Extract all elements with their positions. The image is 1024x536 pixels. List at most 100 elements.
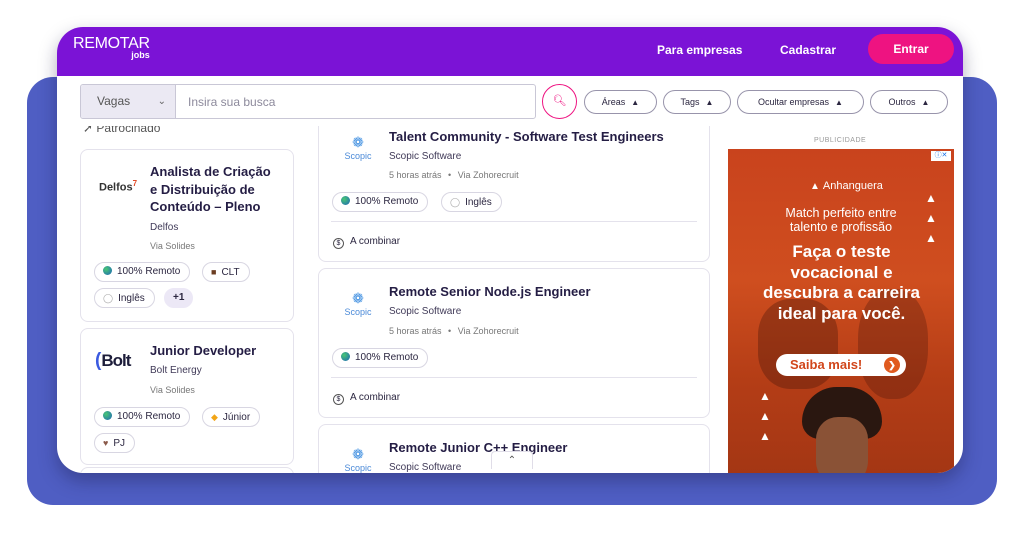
chevron-down-icon: ⌄	[157, 96, 166, 107]
chevron-up-icon: ▲	[631, 98, 640, 107]
sponsored-job-card[interactable]: Delfos7 Analista de Criação e Distribuiç…	[80, 149, 294, 322]
job-card[interactable]: ❁ Scopic Talent Community - Software Test…	[318, 107, 710, 262]
job-title-line: e Distribuição de	[150, 181, 255, 197]
job-title[interactable]: Remote Junior C++ Engineer	[389, 440, 567, 455]
company-logo-text: Scopic	[344, 151, 372, 161]
ad-cta-button[interactable]: Saiba mais! ❯	[776, 354, 906, 376]
tag-contract: ■ CLT	[202, 262, 250, 282]
nav-cadastrar[interactable]: Cadastrar	[780, 43, 836, 57]
ad-brand: ▲ Anhanguera	[810, 180, 883, 192]
ad-person-photo	[802, 387, 882, 473]
advertisement[interactable]: ⓘ✕ ▲ Anhanguera Match perfeito entre tale…	[728, 149, 954, 473]
triangle-icon: ▲	[925, 231, 937, 245]
globe-icon	[341, 352, 350, 361]
filter-label: Tags	[680, 97, 700, 107]
job-title-line: Analista de Criação	[150, 164, 271, 179]
ad-info-icon[interactable]: ⓘ✕	[931, 151, 951, 161]
job-meta: 5 horas atrás • Via Zohorecruit	[389, 170, 519, 180]
triangle-icon: ▲	[925, 211, 937, 225]
filter-label: Áreas	[601, 97, 626, 107]
ad-brand-text: Anhanguera	[822, 180, 883, 192]
tag-label: 100% Remoto	[117, 411, 181, 422]
triangle-icon: ▲	[759, 409, 771, 423]
company-logo-text: Scopic	[344, 463, 372, 473]
nav-para-empresas[interactable]: Para empresas	[657, 43, 742, 57]
chevron-up-icon: ▲	[705, 98, 714, 107]
money-icon: $	[333, 394, 344, 405]
login-button[interactable]: Entrar	[868, 34, 954, 64]
ad-cta-label: Saiba mais!	[790, 357, 863, 372]
filter-label: Ocultar empresas	[758, 97, 830, 107]
star-icon: ◆	[211, 412, 218, 422]
company-name: Scopic Software	[389, 151, 462, 162]
tag-language: ◯ Inglês	[441, 192, 502, 212]
search-box: Vagas ⌄	[80, 84, 536, 119]
tag-remote: 100% Remoto	[94, 262, 191, 282]
globe-icon	[103, 411, 112, 420]
logo-sub-text: jobs	[131, 50, 150, 60]
job-card[interactable]: ❁ Scopic Remote Senior Node.js Engineer S…	[318, 268, 710, 418]
tag-label: 100% Remoto	[355, 196, 419, 207]
job-source: Via Solides	[150, 385, 195, 395]
sponsored-job-card[interactable]	[80, 467, 294, 473]
triangle-icon: ▲	[759, 389, 771, 403]
globe-icon	[103, 266, 112, 275]
job-title-line: Conteúdo – Pleno	[150, 199, 261, 214]
tag-label: Júnior	[222, 412, 251, 423]
filter-ocultar-empresas[interactable]: Ocultar empresas ▲	[737, 90, 864, 114]
job-title[interactable]: Junior Developer	[150, 342, 256, 360]
tag-label: 100% Remoto	[117, 266, 181, 277]
briefcase-icon: ■	[211, 267, 217, 277]
tag-remote: 100% Remoto	[332, 348, 429, 368]
scroll-to-top-button[interactable]: ⌃	[491, 451, 533, 469]
job-source: Via Zohorecruit	[457, 170, 519, 180]
company-logo-text: Delfos	[99, 181, 133, 194]
remotar-logo[interactable]: REMOTAR jobs	[73, 36, 150, 60]
triangle-icon: ▲	[759, 429, 771, 443]
job-title[interactable]: Remote Senior Node.js Engineer	[389, 284, 591, 299]
tag-contract: ♥ PJ	[94, 433, 136, 453]
company-logo-text: Bolt	[101, 351, 131, 370]
company-logo: ❁ Scopic	[341, 447, 375, 473]
search-bar-row: Vagas ⌄ 🔍︎ Áreas ▲ Tags ▲ Ocultar empresas…	[57, 76, 963, 126]
filter-areas[interactable]: Áreas ▲	[584, 90, 657, 114]
tag-label: Inglês	[118, 293, 145, 304]
job-title[interactable]: Analista de Criação e Distribuição de Co…	[150, 163, 271, 216]
speech-bubble-icon: ◯	[450, 197, 461, 207]
company-name: Delfos	[150, 222, 179, 233]
browser-frame: REMOTAR jobs Para empresas Cadastrar Ent…	[57, 27, 963, 473]
ad-subtitle: Match perfeito entre talento e profissão	[785, 206, 897, 234]
search-input[interactable]	[176, 85, 535, 118]
sponsored-job-card[interactable]: (Bolt Junior Developer Bolt Energy Via S…	[80, 328, 294, 465]
job-title[interactable]: Talent Community - Software Test Enginee…	[389, 129, 664, 144]
company-name: Scopic Software	[389, 306, 462, 317]
search-type-select[interactable]: Vagas ⌄	[81, 85, 176, 118]
salary: $ A combinar	[333, 392, 400, 405]
search-type-value: Vagas	[97, 94, 131, 108]
job-source: Via Zohorecruit	[457, 326, 519, 336]
tag-label: CLT	[221, 267, 240, 278]
anhanguera-logo-icon: ▲	[810, 181, 820, 192]
handshake-icon: ♥	[103, 438, 109, 448]
filter-outros[interactable]: Outros ▲	[870, 90, 948, 114]
chevron-up-icon: ▲	[835, 98, 843, 107]
salary: $ A combinar	[333, 236, 400, 249]
ad-headline: Faça o teste vocacional e descubra a car…	[763, 242, 920, 323]
arrow-right-icon: ❯	[884, 357, 900, 373]
salary-value: A combinar	[350, 236, 401, 247]
tag-label: Inglês	[465, 197, 492, 208]
salary-value: A combinar	[350, 392, 401, 403]
tag-remote: 100% Remoto	[94, 407, 191, 427]
posted-time: 5 horas atrás	[389, 326, 442, 336]
company-logo: (Bolt	[95, 350, 131, 371]
scopic-logo-icon: ❁	[352, 134, 364, 150]
divider	[331, 377, 697, 378]
chevron-up-icon: ▲	[921, 98, 930, 107]
filter-tags[interactable]: Tags ▲	[663, 90, 731, 114]
globe-icon	[341, 196, 350, 205]
search-button[interactable]: 🔍︎	[542, 84, 577, 119]
job-meta: 5 horas atrás • Via Zohorecruit	[389, 326, 519, 336]
triangle-icon: ▲	[925, 191, 937, 205]
more-tags-badge[interactable]: +1	[164, 288, 194, 308]
company-logo: ❁ Scopic	[341, 135, 375, 161]
